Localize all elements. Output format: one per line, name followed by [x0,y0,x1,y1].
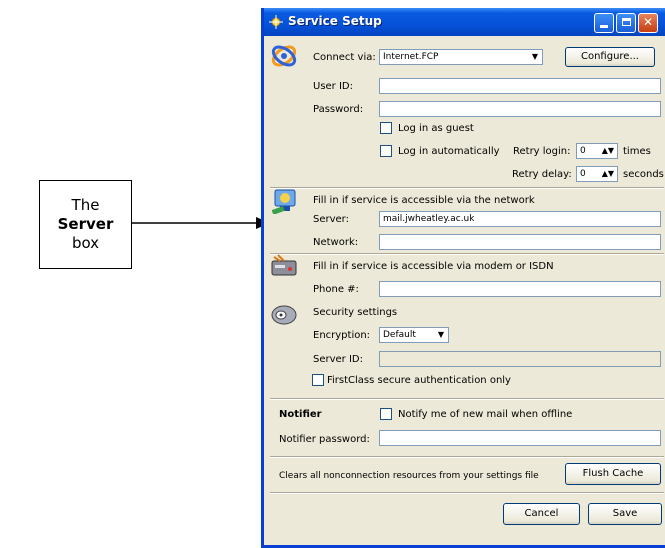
network-label: Network: [313,237,359,248]
dropdown-arrow-icon: ▼ [531,52,538,61]
callout-line1: The [71,196,100,214]
configure-button[interactable]: Configure... [565,47,655,67]
retry-delay-label: Retry delay: [512,169,572,180]
phone-label: Phone #: [313,284,359,295]
retry-delay-stepper[interactable]: 0 ▲▼ [576,166,618,182]
server-id-label: Server ID: [313,354,363,365]
network-input[interactable] [379,234,661,250]
separator [270,187,664,189]
user-id-input[interactable] [379,78,661,94]
service-setup-window: Service Setup ✕ Connect via: Internet.FC… [261,8,665,548]
cancel-button-label: Cancel [524,508,559,519]
notify-checkbox[interactable] [380,408,392,420]
separator [270,398,664,400]
retry-delay-unit: seconds [623,169,664,180]
maximize-icon [621,18,631,26]
server-label: Server: [313,214,349,225]
security-heading: Security settings [313,307,398,318]
spinner-icon: ▲▼ [601,146,614,155]
spinner-icon: ▲▼ [601,169,614,178]
firstclass-app-icon [269,15,283,29]
callout-box: The Server box [39,180,132,269]
phone-input[interactable] [379,281,661,297]
secure-auth-checkbox[interactable] [312,374,324,386]
notifier-password-input[interactable] [379,430,661,446]
password-label: Password: [313,104,364,115]
auto-login-checkbox[interactable] [380,145,392,157]
security-lock-icon [271,305,297,325]
maximize-button[interactable] [616,13,636,33]
encryption-value: Default [383,330,416,340]
cache-description: Clears all nonconnection resources from … [279,471,539,481]
retry-delay-value: 0 [580,169,586,179]
guest-checkbox[interactable] [380,122,392,134]
network-heading: Fill in if service is accessible via the… [313,195,535,206]
save-button-label: Save [612,508,638,519]
network-globe-icon [272,189,296,214]
auto-login-label: Log in automatically [398,146,500,157]
minimize-button[interactable] [594,13,614,33]
server-id-input[interactable] [379,351,661,367]
retry-login-unit: times [623,146,651,157]
password-input[interactable] [379,101,661,117]
configure-button-label: Configure... [580,51,639,62]
modem-heading: Fill in if service is accessible via mod… [313,261,554,272]
callout-line2: Server [57,215,114,233]
callout-arrow [132,217,270,229]
flush-cache-label: Flush Cache [582,468,644,479]
retry-login-label: Retry login: [513,146,571,157]
separator [270,492,664,494]
guest-label: Log in as guest [398,123,474,134]
minimize-icon [600,25,608,28]
retry-login-value: 0 [580,146,586,156]
connect-via-dropdown[interactable]: Internet.FCP ▼ [379,49,543,65]
connect-via-value: Internet.FCP [383,52,439,62]
dropdown-arrow-icon: ▼ [437,330,444,339]
retry-login-stepper[interactable]: 0 ▲▼ [576,143,618,159]
notifier-heading: Notifier [279,409,322,420]
close-button[interactable]: ✕ [638,13,658,33]
callout-line3: box [71,234,100,252]
server-input[interactable]: mail.jwheatley.ac.uk [379,211,661,227]
secure-auth-label: FirstClass secure authentication only [327,375,511,386]
connect-via-label: Connect via: [313,52,376,63]
encryption-dropdown[interactable]: Default ▼ [379,327,449,343]
modem-icon [271,254,297,276]
separator [270,253,664,255]
separator [270,456,664,458]
user-id-label: User ID: [313,81,353,92]
close-icon: ✕ [642,15,654,29]
title-bar[interactable]: Service Setup ✕ [264,8,665,36]
save-button[interactable]: Save [588,503,662,525]
connection-icon [271,45,297,67]
notifier-password-label: Notifier password: [279,434,370,445]
window-title: Service Setup [288,14,382,28]
flush-cache-button[interactable]: Flush Cache [565,463,661,485]
encryption-label: Encryption: [313,330,371,341]
notify-label: Notify me of new mail when offline [398,409,573,420]
cancel-button[interactable]: Cancel [503,503,580,525]
